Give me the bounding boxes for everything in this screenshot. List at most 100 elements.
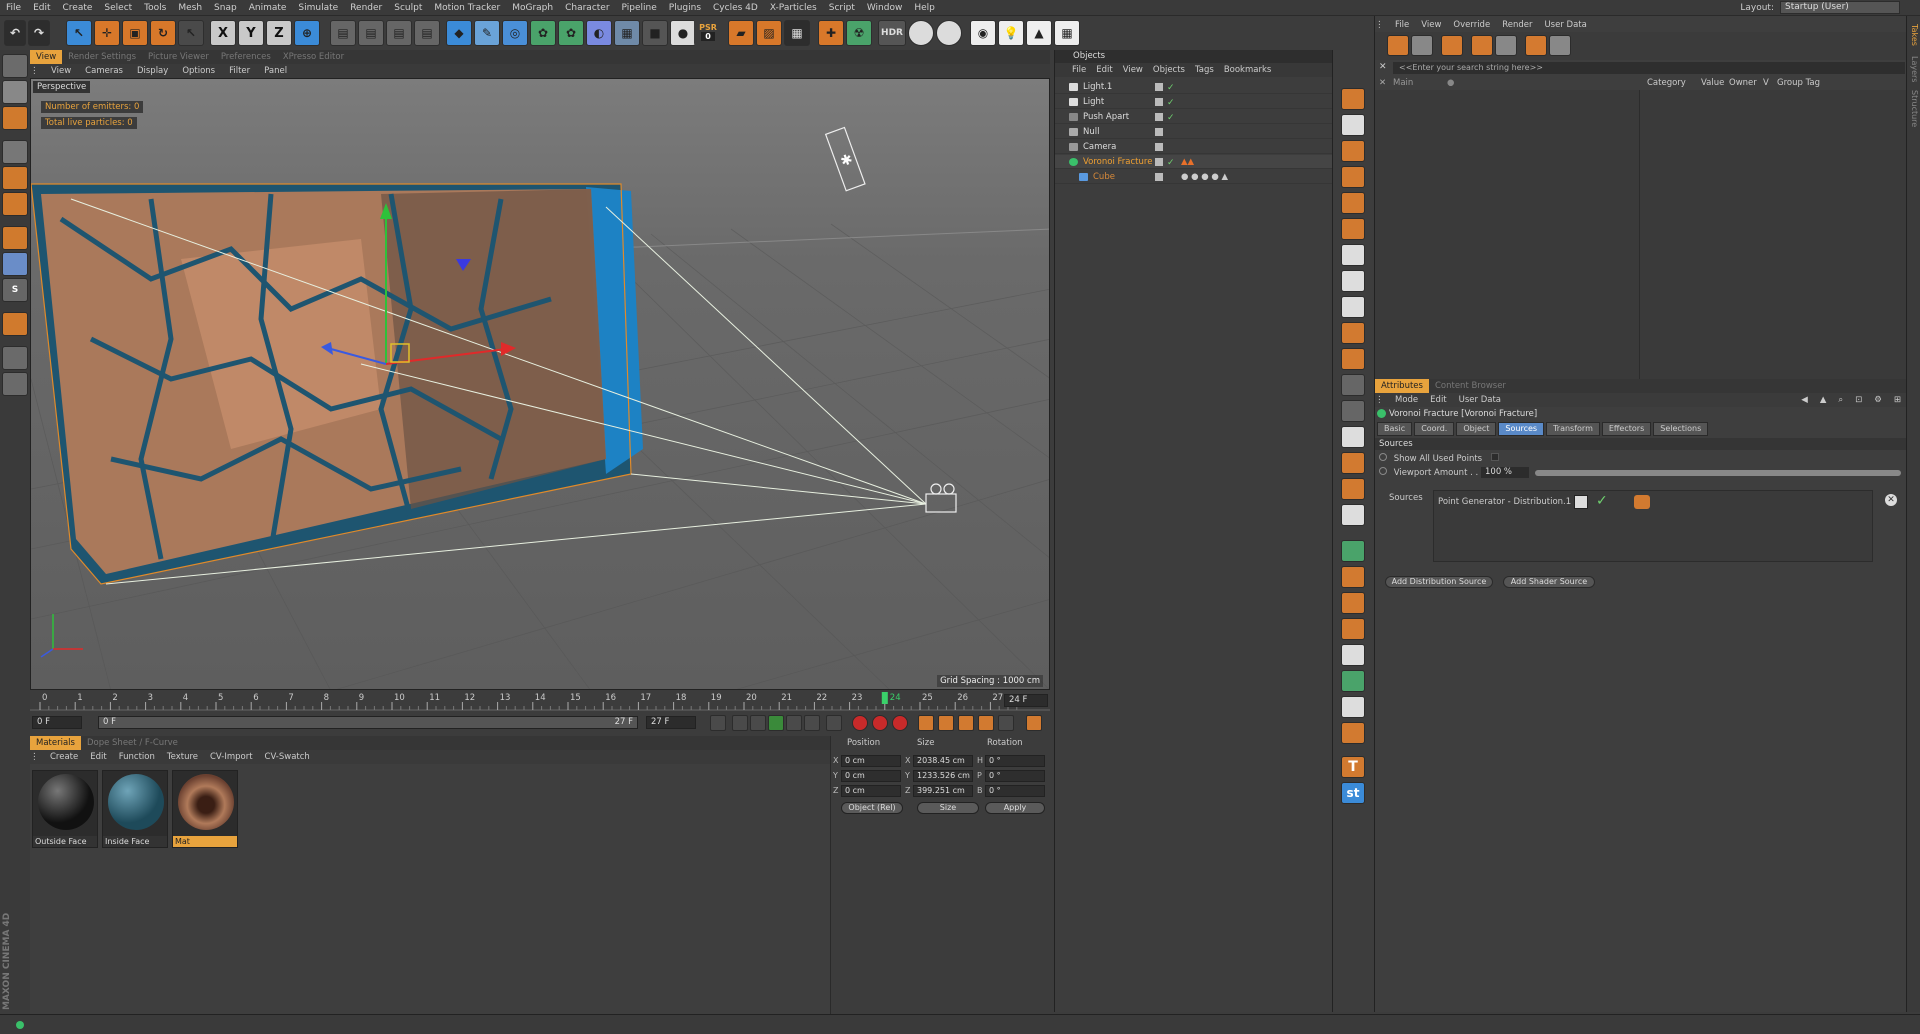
close-icon[interactable]: ✕ [1379, 62, 1387, 72]
tool-search-icon[interactable] [1341, 166, 1365, 188]
distribution-icon[interactable] [1574, 495, 1588, 509]
tab-render-settings[interactable]: Render Settings [62, 50, 142, 64]
mat-menu-edit[interactable]: Edit [84, 750, 112, 764]
visibility-icon[interactable] [1155, 173, 1163, 181]
subtab-sources[interactable]: Sources [1498, 421, 1545, 436]
make-editable-icon[interactable] [2, 54, 28, 78]
visibility-icon[interactable] [1155, 98, 1163, 106]
size-z-field[interactable]: 399.251 cm [913, 785, 973, 797]
mat-menu-cv-import[interactable]: CV-Import [204, 750, 259, 764]
lm-target-icon[interactable] [1441, 35, 1463, 56]
menu-character[interactable]: Character [559, 0, 615, 16]
settings-icon[interactable]: ⚙ [1868, 393, 1888, 407]
lm-filter-icon[interactable] [1525, 35, 1547, 56]
material-icon[interactable]: ▰ [728, 20, 754, 46]
lm-tools-icon[interactable] [1471, 35, 1493, 56]
col-value[interactable]: Value [1701, 76, 1724, 90]
layout-select[interactable]: Startup (User) [1780, 1, 1900, 14]
prev-key-icon[interactable] [732, 715, 748, 731]
object-row-voronoi-fracture[interactable]: Voronoi Fracture ✓ ▲▲ [1055, 155, 1333, 169]
vp-menu-filter[interactable]: Filter [222, 64, 257, 78]
lm-menu-render[interactable]: Render [1496, 18, 1538, 32]
menu-motion-tracker[interactable]: Motion Tracker [428, 0, 506, 16]
tab-preferences[interactable]: Preferences [215, 50, 277, 64]
key-position-icon[interactable] [918, 715, 934, 731]
source-object-icon[interactable] [1634, 495, 1650, 509]
add-shader-source-button[interactable]: Add Shader Source [1503, 576, 1595, 588]
lock-icon[interactable]: ⊡ [1849, 393, 1868, 407]
tool-camera-icon[interactable] [1341, 270, 1365, 292]
menu-tools[interactable]: Tools [138, 0, 172, 16]
workplane-icon[interactable] [2, 106, 28, 130]
back-arrow-icon[interactable]: ◀ [1795, 393, 1814, 407]
obj-menu-view[interactable]: View [1118, 63, 1148, 77]
texture-mode-icon[interactable] [2, 80, 28, 104]
move-tool-icon[interactable]: ✛ [94, 20, 120, 46]
menu-x-particles[interactable]: X-Particles [764, 0, 823, 16]
bulb-icon[interactable]: 💡 [998, 20, 1024, 46]
position-z-field[interactable]: 0 cm [841, 785, 901, 797]
obj-menu-file[interactable]: File [1067, 63, 1091, 77]
lm-menu-file[interactable]: File [1389, 18, 1415, 32]
obj-menu-edit[interactable]: Edit [1091, 63, 1117, 77]
menu-mograph[interactable]: MoGraph [506, 0, 559, 16]
tool-add-icon[interactable] [1341, 88, 1365, 110]
menu-render[interactable]: Render [344, 0, 388, 16]
enabled-check-icon[interactable]: ✓ [1167, 81, 1175, 95]
prev-frame-icon[interactable] [750, 715, 766, 731]
axis-y-button[interactable]: Y [238, 20, 264, 46]
lm-menu-view[interactable]: View [1415, 18, 1447, 32]
vp-menu-options[interactable]: Options [175, 64, 222, 78]
tree-close-icon[interactable]: ✕ [1379, 76, 1386, 90]
image-icon[interactable]: ▲ [1026, 20, 1052, 46]
subtab-selections[interactable]: Selections [1653, 421, 1709, 436]
record-icon[interactable] [852, 715, 868, 731]
mat-menu-function[interactable]: Function [113, 750, 161, 764]
recent-tool-icon[interactable]: ↖ [178, 20, 204, 46]
cube-icon[interactable]: ◆ [446, 20, 472, 46]
enabled-check-icon[interactable]: ✓ [1167, 111, 1175, 125]
attr-menu-edit[interactable]: Edit [1424, 393, 1452, 407]
tool-sort-az-icon[interactable] [1341, 452, 1365, 474]
redo-icon[interactable]: ↷ [28, 20, 50, 46]
object-row-light-1[interactable]: Light.1 ✓ [1055, 80, 1333, 94]
render-clapper-icon[interactable]: ▦ [1054, 20, 1080, 46]
enabled-check-icon[interactable]: ✓ [1167, 96, 1175, 110]
apply-button[interactable]: Apply [985, 802, 1045, 814]
key-pla-icon[interactable] [998, 715, 1014, 731]
camera-gizmo[interactable] [925, 483, 957, 513]
vp-menu-cameras[interactable]: Cameras [78, 64, 130, 78]
keyframe-selection-icon[interactable] [892, 715, 908, 731]
xparticles-emitter-icon[interactable]: ✚ [818, 20, 844, 46]
tab-dope-sheet[interactable]: Dope Sheet / F-Curve [81, 736, 184, 750]
up-arrow-icon[interactable]: ▲ [1814, 393, 1833, 407]
sources-list[interactable]: Point Generator - Distribution.1 ✓ [1433, 490, 1873, 562]
tool-text-icon[interactable]: T [1341, 756, 1365, 778]
obj-menu-tags[interactable]: Tags [1190, 63, 1219, 77]
array-icon[interactable]: ✿ [530, 20, 556, 46]
lm-menu-user-data[interactable]: User Data [1538, 18, 1592, 32]
mat-menu-texture[interactable]: Texture [161, 750, 204, 764]
enabled-check-icon[interactable]: ✓ [1167, 156, 1175, 170]
tool-pattern-icon[interactable] [1341, 374, 1365, 396]
render-settings-icon[interactable]: ▤ [414, 20, 440, 46]
subtab-transform[interactable]: Transform [1546, 421, 1600, 436]
tool-cloud-icon[interactable] [1341, 644, 1365, 666]
col-category[interactable]: Category [1647, 76, 1686, 90]
scale-tool-icon[interactable]: ▣ [122, 20, 148, 46]
psr-indicator[interactable]: PSR 0 [694, 18, 722, 46]
col-owner[interactable]: Owner [1729, 76, 1757, 90]
visibility-icon[interactable] [1155, 113, 1163, 121]
viewport-amount-slider[interactable] [1535, 470, 1901, 476]
xparticles-system-icon[interactable]: ☢ [846, 20, 872, 46]
visibility-icon[interactable] [1155, 158, 1163, 166]
tool-spline-icon[interactable] [1341, 540, 1365, 562]
vp-menu-view[interactable]: View [44, 64, 78, 78]
light-gizmo[interactable]: ✱ [824, 126, 866, 192]
rotation-p-field[interactable]: 0 ° [985, 770, 1045, 782]
tool-grid-icon[interactable] [1341, 348, 1365, 370]
snapshot-icon[interactable]: ◉ [970, 20, 996, 46]
floor-icon[interactable]: ▦ [614, 20, 640, 46]
menu-mesh[interactable]: Mesh [172, 0, 208, 16]
object-row-cube[interactable]: Cube ● ● ● ● ▲ [1055, 170, 1333, 184]
